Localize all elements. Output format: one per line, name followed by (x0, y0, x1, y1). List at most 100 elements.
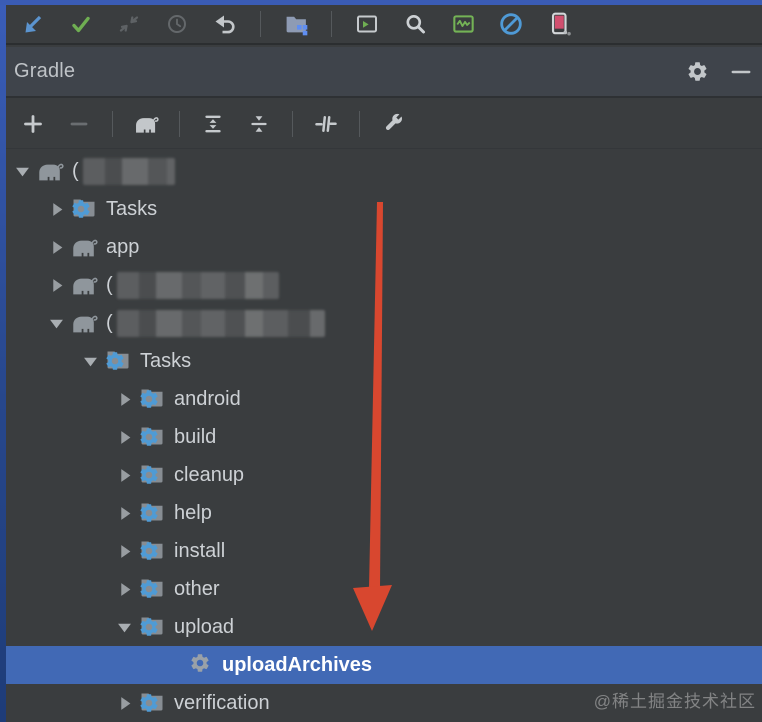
tree-expander[interactable] (48, 277, 64, 293)
task-folder-node-icon (138, 691, 166, 715)
task-folder-icon (139, 501, 165, 525)
gradle-node-icon (70, 273, 98, 297)
toolbar-separator (331, 11, 332, 37)
chevron-expanded-icon (117, 623, 131, 632)
tree-row-label: Tasks (106, 197, 158, 220)
toolbar-separator (112, 111, 113, 137)
tree-expander[interactable] (48, 201, 64, 217)
task-folder-node-icon (138, 577, 166, 601)
tree-expander[interactable] (14, 163, 30, 179)
chevron-collapsed-icon (120, 430, 130, 444)
chevron-expanded-icon (15, 167, 29, 176)
task-folder-node-icon (138, 387, 166, 411)
tree-row-label: verification (174, 691, 270, 714)
tree-row-label: ( (106, 273, 113, 296)
arrow-down-left-icon[interactable] (20, 11, 46, 37)
task-folder-node-icon (138, 501, 166, 525)
expander-placeholder (164, 657, 180, 673)
tree-row-label: android (174, 387, 241, 410)
task-folder-icon (105, 349, 131, 373)
task-folder-icon (139, 539, 165, 563)
wrench-settings-icon[interactable] (380, 111, 406, 137)
run-window-icon[interactable] (354, 11, 380, 37)
tree-row-label: Tasks (140, 349, 192, 372)
tree-row-install[interactable]: install (0, 532, 762, 570)
task-gear-icon (189, 652, 211, 679)
tree-expander[interactable] (116, 467, 132, 483)
tree-row-label: app (106, 235, 140, 258)
tree-row-upload[interactable]: upload (0, 608, 762, 646)
task-folder-node-icon (138, 463, 166, 487)
tree-expander[interactable] (82, 353, 98, 369)
task-folder-node-icon (70, 197, 98, 221)
tree-expander[interactable] (116, 543, 132, 559)
tree-row-cleanup[interactable]: cleanup (0, 456, 762, 494)
tree-row-label: ( (106, 311, 113, 334)
settings-gear-icon[interactable] (684, 59, 710, 85)
tree-row-android[interactable]: android (0, 380, 762, 418)
tree-expander[interactable] (48, 315, 64, 331)
device-phone-icon[interactable] (546, 11, 572, 37)
task-folder-node-icon (138, 539, 166, 563)
tree-row-build[interactable]: build (0, 418, 762, 456)
chevron-collapsed-icon (120, 392, 130, 406)
expand-all-icon[interactable] (200, 111, 226, 137)
gradle-node-icon (70, 311, 98, 335)
offline-toggle-icon[interactable] (313, 111, 339, 137)
tree-row-help[interactable]: help (0, 494, 762, 532)
chevron-collapsed-icon (120, 696, 130, 710)
tree-expander[interactable] (116, 391, 132, 407)
tree-expander[interactable] (116, 429, 132, 445)
chevron-expanded-icon (49, 319, 63, 328)
tree-row-censored-3[interactable]: ( (0, 266, 762, 304)
add-plus-icon[interactable] (20, 111, 46, 137)
minimize-icon[interactable] (728, 59, 754, 85)
merge-arrows-icon[interactable] (116, 11, 142, 37)
tree-row-censored-4[interactable]: ( (0, 304, 762, 342)
tree-expander[interactable] (116, 581, 132, 597)
tree-expander[interactable] (116, 619, 132, 635)
censored-text-block (82, 157, 175, 185)
search-icon[interactable] (402, 11, 428, 37)
gradle-elephant-icon[interactable] (133, 111, 159, 137)
remove-minus-icon[interactable] (66, 111, 92, 137)
collapse-all-icon[interactable] (246, 111, 272, 137)
tree-expander[interactable] (48, 239, 64, 255)
gradle-elephant-icon (73, 239, 98, 257)
tree-row-censored-0[interactable]: ( (0, 152, 762, 190)
gradle-node-icon (70, 235, 98, 259)
tree-row-label: ( (72, 159, 79, 182)
block-circle-icon[interactable] (498, 11, 524, 37)
task-folder-icon (139, 387, 165, 411)
tree-row-label: install (174, 539, 226, 562)
tree-expander[interactable] (116, 505, 132, 521)
gradle-node-icon (36, 159, 64, 183)
tree-expander[interactable] (116, 695, 132, 711)
chevron-collapsed-icon (120, 544, 130, 558)
gradle-elephant-icon (73, 315, 98, 333)
tree-row-label: upload (174, 615, 235, 638)
tree-row-other[interactable]: other (0, 570, 762, 608)
toolbar-separator (260, 11, 261, 37)
toolbar-separator (179, 111, 180, 137)
task-folder-icon (139, 577, 165, 601)
panel-title: Gradle (14, 60, 76, 82)
tree-row-uploadarchives[interactable]: uploadArchives (0, 646, 762, 684)
watermark: @稀土掘金技术社区 (593, 692, 756, 711)
gradle-elephant-icon (73, 277, 98, 295)
profiler-monitor-icon[interactable] (450, 11, 476, 37)
task-gear-node-icon (186, 653, 214, 677)
undo-arrow-icon[interactable] (212, 11, 238, 37)
checkmark-icon[interactable] (68, 11, 94, 37)
history-clock-icon[interactable] (164, 11, 190, 37)
gradle-tasks-tree: ( Tasks app ( ( Tasks android build cleanup help i… (0, 150, 762, 722)
tree-row-tasks[interactable]: Tasks (0, 190, 762, 228)
gradle-panel-toolbar (0, 100, 762, 149)
project-folder-icon[interactable] (283, 11, 309, 37)
main-toolbar (0, 5, 762, 45)
chevron-collapsed-icon (120, 468, 130, 482)
tree-row-app[interactable]: app (0, 228, 762, 266)
chevron-expanded-icon (83, 357, 97, 366)
tree-row-tasks[interactable]: Tasks (0, 342, 762, 380)
task-folder-node-icon (138, 615, 166, 639)
